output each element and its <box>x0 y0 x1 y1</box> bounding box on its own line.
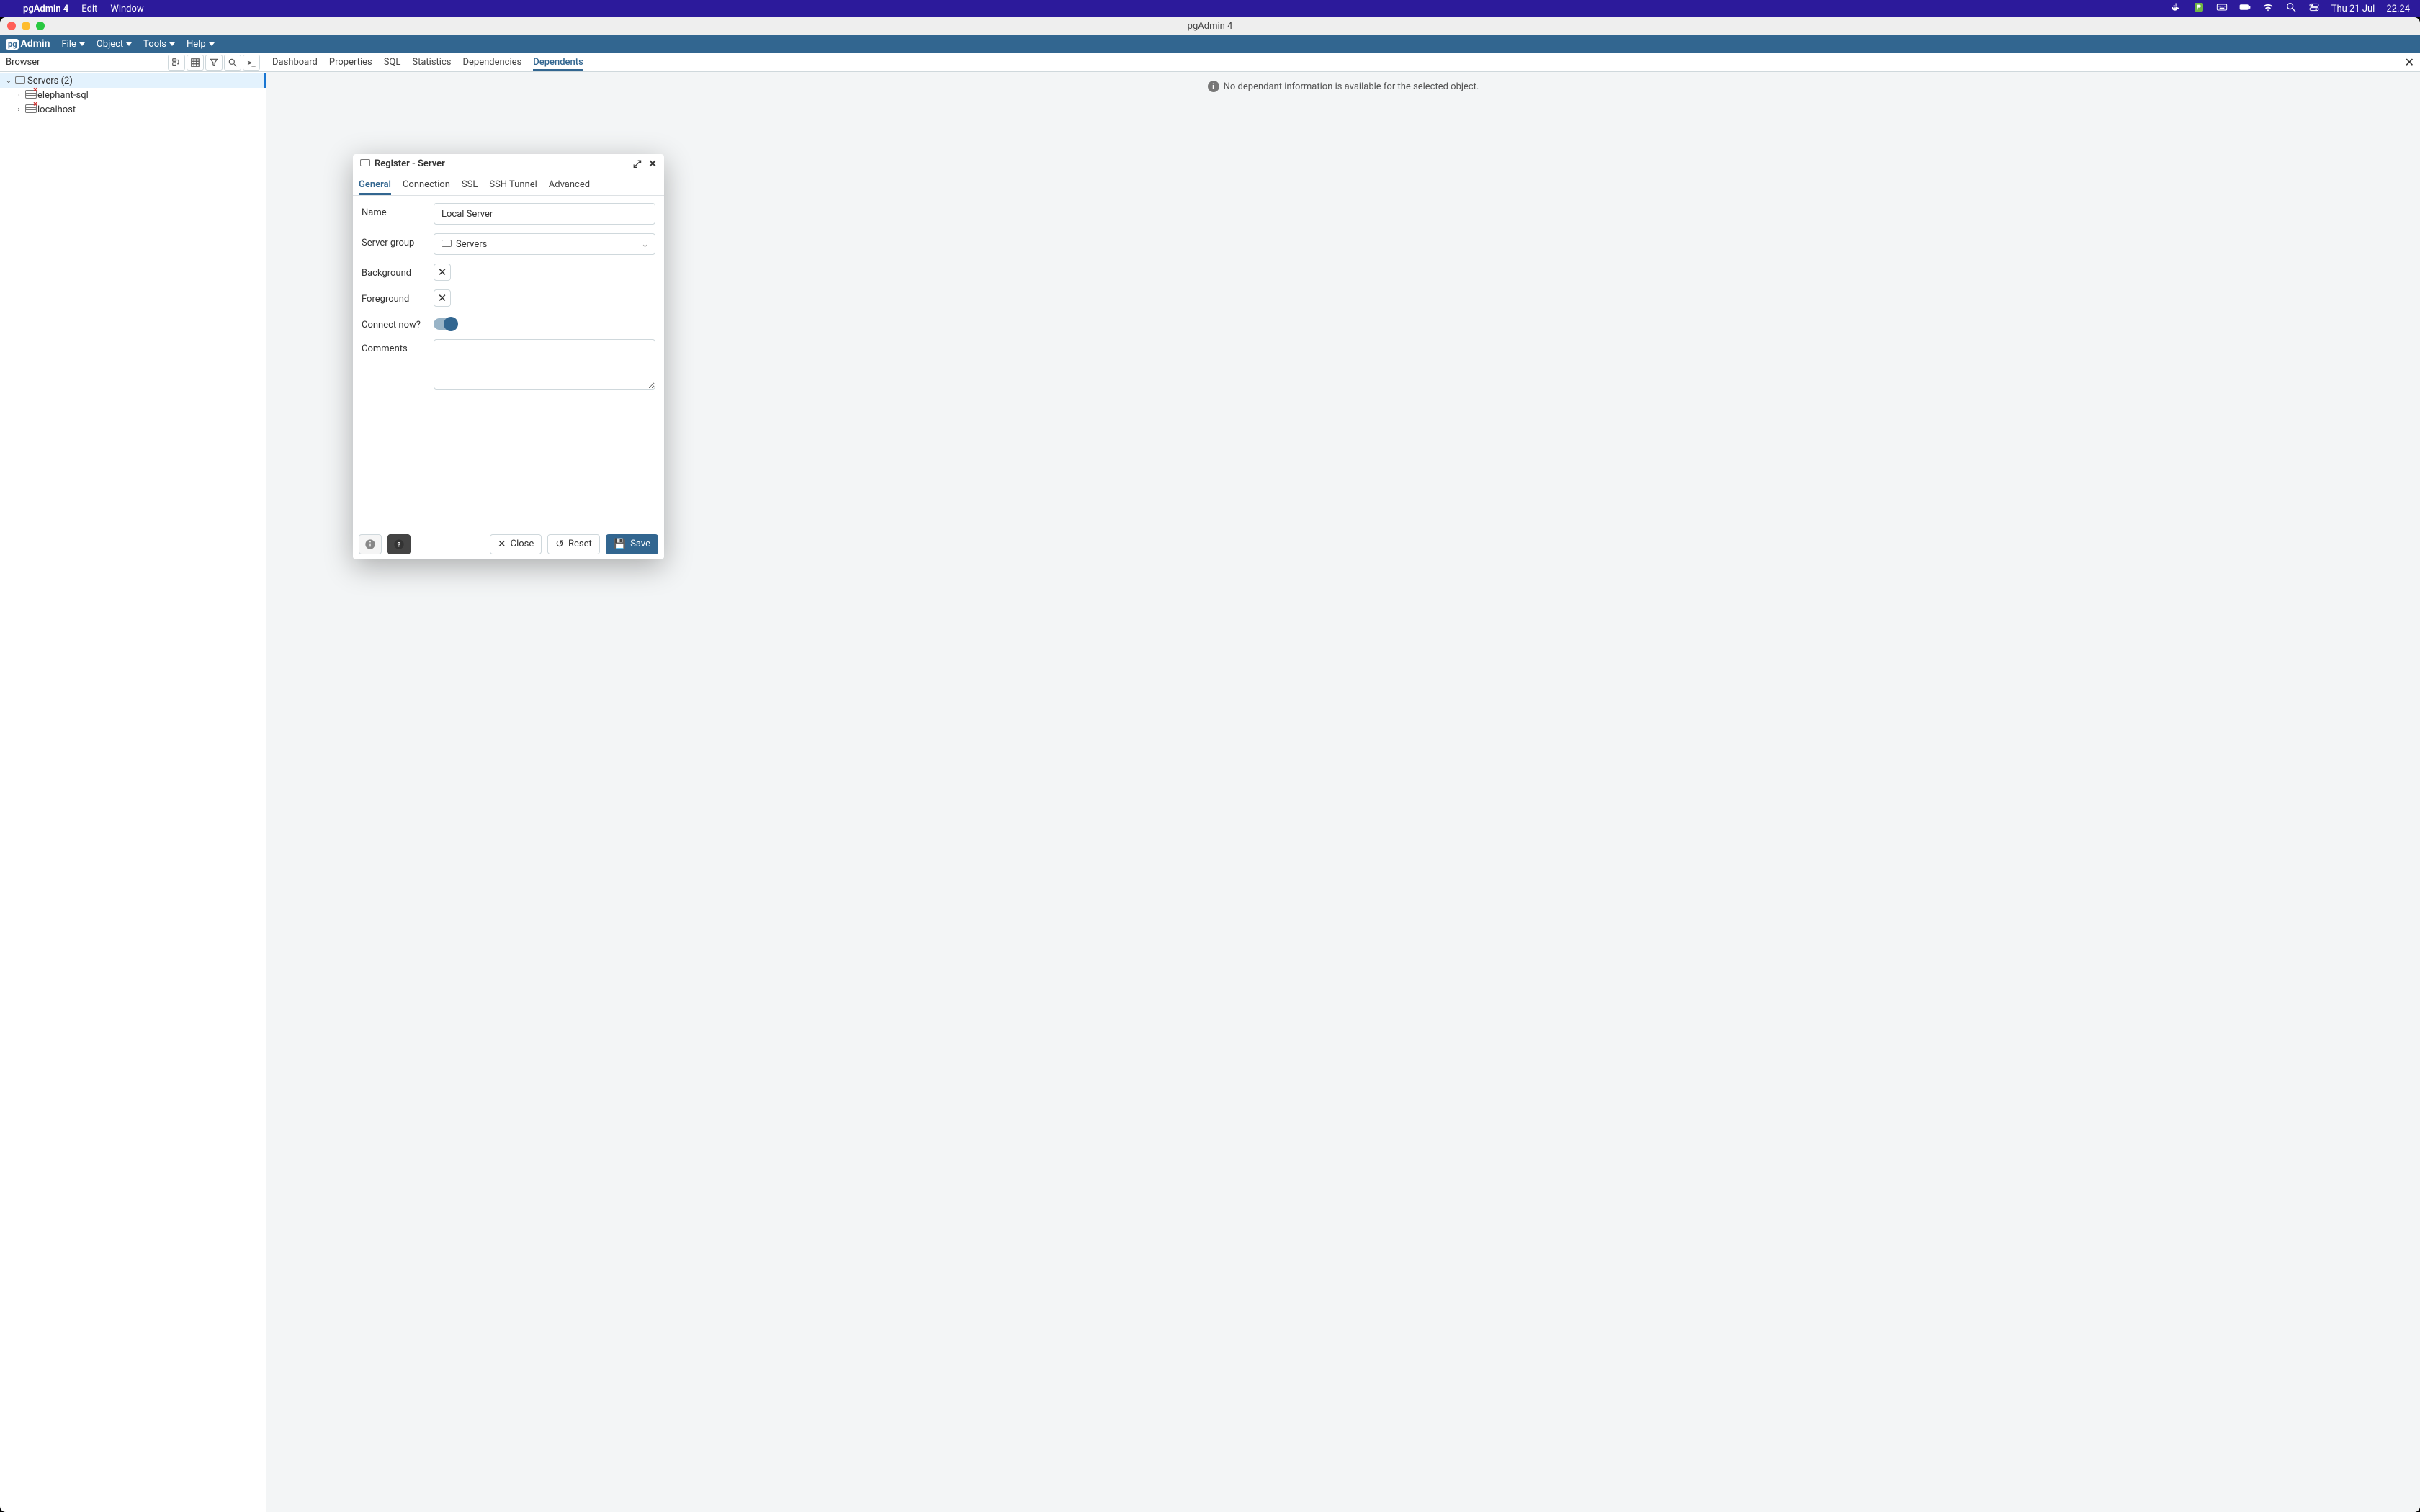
window-close[interactable] <box>7 22 16 30</box>
foreground-color-clear[interactable]: ✕ <box>434 289 451 307</box>
wifi-icon[interactable] <box>2262 1 2274 16</box>
dialog-tab-general[interactable]: General <box>359 174 391 195</box>
server-disconnected-icon: × <box>24 104 36 115</box>
menubar-app[interactable]: pgAdmin 4 <box>23 4 68 14</box>
close-icon[interactable]: ✕ <box>648 158 657 170</box>
menu-help[interactable]: Help <box>187 39 215 50</box>
pgadmin-tray-icon[interactable] <box>2193 1 2205 16</box>
save-icon: 💾 <box>614 539 626 549</box>
close-button[interactable]: ✕Close <box>490 534 542 554</box>
menubar-window[interactable]: Window <box>110 4 143 14</box>
tree-item-label: localhost <box>36 104 76 115</box>
dialog-tab-advanced[interactable]: Advanced <box>549 174 590 195</box>
reset-icon: ↺ <box>555 539 564 549</box>
dialog-header: Register - Server ⤢ ✕ <box>353 154 664 174</box>
dependents-empty-message: i No dependant information is available … <box>266 72 2420 101</box>
window-minimize[interactable] <box>22 22 30 30</box>
tab-sql[interactable]: SQL <box>384 53 401 71</box>
expand-icon[interactable]: ⤢ <box>633 158 641 170</box>
connectnow-toggle[interactable] <box>434 318 457 330</box>
menu-object[interactable]: Object <box>97 39 132 50</box>
tab-statistics[interactable]: Statistics <box>412 53 451 71</box>
help-button[interactable]: ? <box>387 534 411 554</box>
dialog-tab-connection[interactable]: Connection <box>403 174 450 195</box>
app-toolbar: pgAdmin File Object Tools Help <box>0 35 2420 53</box>
servergroup-label: Server group <box>362 233 434 248</box>
tree-servers-root[interactable]: ⌄ Servers (2) <box>0 73 266 88</box>
menubar-time[interactable]: 22.24 <box>2386 4 2410 14</box>
close-panel-icon[interactable]: ✕ <box>2405 53 2414 71</box>
docker-icon[interactable] <box>2170 1 2182 16</box>
dialog-tabs: General Connection SSL SSH Tunnel Advanc… <box>353 174 664 196</box>
control-center-icon[interactable] <box>2308 1 2320 16</box>
dialog-title: Register - Server <box>375 158 445 169</box>
svg-text:?: ? <box>398 541 401 549</box>
dialog-footer: ? ✕Close ↺Reset 💾Save <box>353 528 664 559</box>
tab-dependents[interactable]: Dependents <box>533 53 583 71</box>
battery-icon[interactable] <box>2239 1 2251 16</box>
dialog-body: Name Server group Servers ⌄ Background ✕ <box>353 196 664 528</box>
comments-textarea[interactable] <box>434 339 655 390</box>
search-icon[interactable] <box>2285 1 2297 16</box>
window-titlebar: pgAdmin 4 <box>0 17 2420 35</box>
query-tool-icon[interactable] <box>168 55 185 71</box>
browser-sidebar: Browser >_ ⌄ Servers (2) › × elephant-sq… <box>0 53 266 1512</box>
tab-dashboard[interactable]: Dashboard <box>272 53 318 71</box>
menubar-date[interactable]: Thu 21 Jul <box>2331 4 2375 14</box>
tab-dependencies[interactable]: Dependencies <box>462 53 521 71</box>
search-objects-icon[interactable] <box>224 55 241 71</box>
menu-tools[interactable]: Tools <box>143 39 175 50</box>
window-title: pgAdmin 4 <box>0 21 2420 32</box>
menu-file[interactable]: File <box>61 39 84 50</box>
save-button[interactable]: 💾Save <box>606 534 658 554</box>
psql-tool-icon[interactable]: >_ <box>243 55 260 71</box>
reset-button[interactable]: ↺Reset <box>547 534 600 554</box>
server-icon <box>360 158 370 169</box>
tab-properties[interactable]: Properties <box>329 53 372 71</box>
tree-item-label: elephant-sql <box>36 90 89 101</box>
connectnow-label: Connect now? <box>362 315 434 330</box>
register-server-dialog: Register - Server ⤢ ✕ General Connection… <box>353 154 664 559</box>
comments-label: Comments <box>362 339 434 354</box>
filter-rows-icon[interactable] <box>205 55 223 71</box>
pgadmin-logo: pgAdmin <box>6 38 50 50</box>
sidebar-title: Browser <box>6 57 168 68</box>
background-color-clear[interactable]: ✕ <box>434 264 451 281</box>
servergroup-select[interactable]: Servers ⌄ <box>434 233 655 255</box>
dialog-tab-sshtunnel[interactable]: SSH Tunnel <box>489 174 537 195</box>
traffic-lights <box>0 22 45 30</box>
info-icon: i <box>1208 81 1219 92</box>
servers-group-icon <box>442 239 452 250</box>
keyboard-icon[interactable] <box>2216 1 2228 16</box>
dialog-tab-ssl[interactable]: SSL <box>462 174 478 195</box>
servers-group-icon <box>14 76 26 86</box>
name-input[interactable] <box>434 203 655 225</box>
window-zoom[interactable] <box>36 22 45 30</box>
object-tree: ⌄ Servers (2) › × elephant-sql › × local… <box>0 72 266 117</box>
sql-info-button[interactable] <box>359 534 382 554</box>
tree-server-item[interactable]: › × localhost <box>0 102 266 117</box>
chevron-right-icon[interactable]: › <box>13 106 24 114</box>
view-data-icon[interactable] <box>187 55 204 71</box>
chevron-down-icon[interactable]: ⌄ <box>3 77 14 85</box>
foreground-label: Foreground <box>362 289 434 305</box>
chevron-right-icon[interactable]: › <box>13 91 24 99</box>
tree-server-item[interactable]: › × elephant-sql <box>0 88 266 102</box>
mac-menubar: pgAdmin 4 Edit Window Thu 21 Jul 22.24 <box>0 0 2420 17</box>
chevron-down-icon: ⌄ <box>635 234 649 254</box>
background-label: Background <box>362 264 434 279</box>
name-label: Name <box>362 203 434 218</box>
menubar-edit[interactable]: Edit <box>81 4 97 14</box>
close-icon: ✕ <box>498 539 506 549</box>
main-tabs: Dashboard Properties SQL Statistics Depe… <box>266 53 2420 72</box>
